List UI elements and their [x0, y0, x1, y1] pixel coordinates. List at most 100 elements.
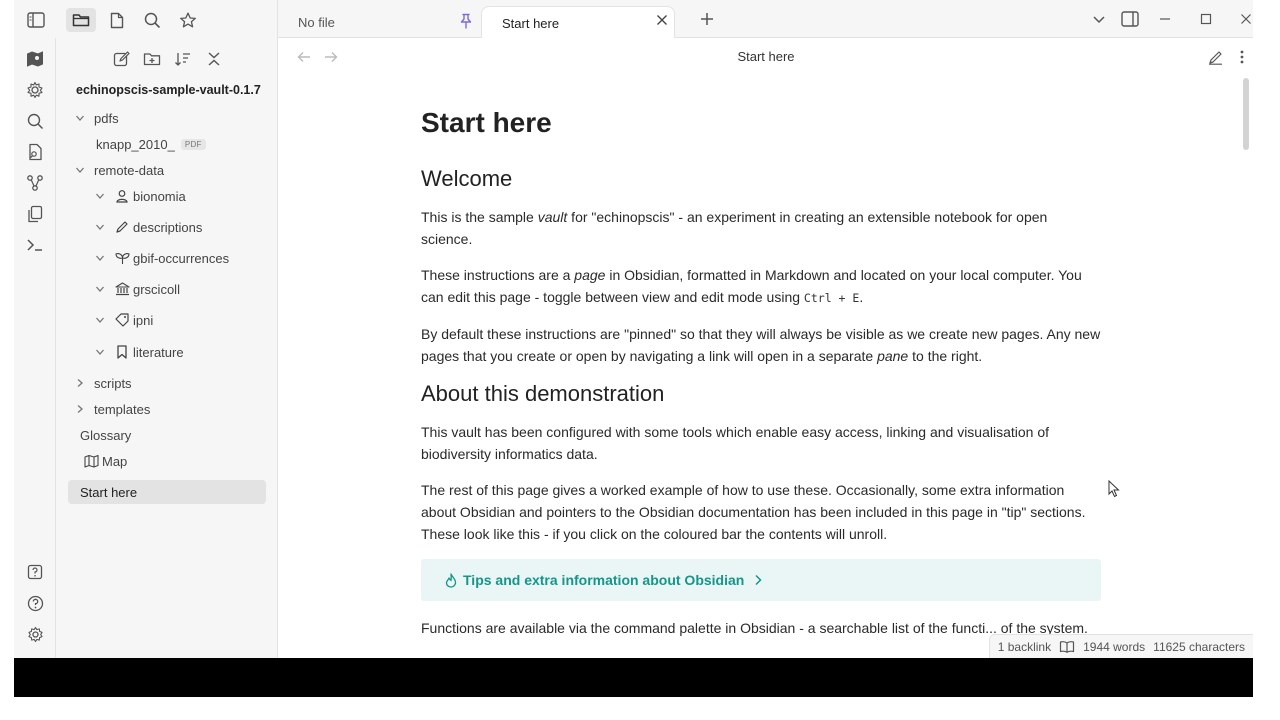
folder-label: remote-data [94, 162, 165, 178]
files-icon[interactable] [66, 8, 96, 32]
folder-label: literature [133, 344, 184, 360]
folder-templates[interactable]: templates [74, 397, 150, 421]
folder-label: bionomia [133, 188, 186, 204]
folder-bionomia[interactable]: bionomia [94, 184, 186, 208]
window-close-icon[interactable] [1234, 8, 1253, 30]
museum-icon [114, 281, 130, 297]
chevron-down-icon [94, 190, 106, 202]
folder-gbif-occurrences[interactable]: gbif-occurrences [94, 246, 229, 270]
callout-title: Tips and extra information about Obsidia… [463, 572, 745, 589]
file-explorer: echinopscis-sample-vault-0.1.7 pdfs knap… [56, 38, 278, 658]
sort-icon[interactable] [170, 48, 196, 70]
map-icon [83, 453, 99, 469]
folder-literature[interactable]: literature [94, 340, 184, 364]
chevron-right-icon [74, 403, 86, 415]
file-icon[interactable] [102, 8, 132, 32]
folder-scripts[interactable]: scripts [74, 371, 132, 395]
character-count: 11625 characters [1153, 639, 1245, 654]
toggle-right-sidebar-icon[interactable] [1118, 8, 1142, 30]
tab-label: Start here [502, 15, 560, 31]
chevron-down-icon [94, 283, 106, 295]
collapse-all-icon[interactable] [201, 48, 227, 70]
new-tab-icon[interactable] [695, 8, 719, 30]
book-icon[interactable] [1059, 640, 1075, 653]
tip-callout[interactable]: Tips and extra information about Obsidia… [421, 559, 1101, 602]
chevron-down-icon [94, 314, 106, 326]
chevron-down-icon [94, 221, 106, 233]
bookmark-icon [114, 344, 130, 360]
file-knapp-2010[interactable]: knapp_2010_ PDF [96, 132, 206, 156]
folder-label: templates [94, 401, 151, 417]
vault-name[interactable]: echinopscis-sample-vault-0.1.7 [76, 83, 261, 97]
word-count: 1944 words [1083, 639, 1146, 654]
leaf-icon [114, 250, 130, 266]
paragraph: This vault has been configured with some… [421, 424, 1050, 463]
chevron-right-icon [754, 574, 762, 586]
map-icon[interactable] [24, 48, 46, 70]
bookmark-star-icon[interactable] [173, 8, 203, 32]
bottom-letterbox [14, 658, 1253, 697]
obsidian-window: No file Start here echinopscis-sample-va… [14, 0, 1253, 658]
folder-label: ipni [133, 312, 154, 328]
minimize-icon[interactable] [1153, 8, 1177, 30]
chevron-down-icon [74, 112, 86, 124]
folder-label: grscicoll [133, 281, 180, 297]
folder-descriptions[interactable]: descriptions [94, 215, 202, 239]
paragraph: These instructions are a page in Obsidia… [421, 266, 1082, 305]
sidebar-header [14, 0, 278, 38]
settings-gear-icon[interactable] [24, 623, 46, 645]
title-bar: No file Start here [14, 0, 1253, 39]
file-start-here[interactable]: Start here [68, 480, 266, 504]
pin-icon[interactable] [454, 10, 478, 32]
view-title[interactable]: Start here [279, 49, 1253, 64]
chevron-down-icon [74, 164, 86, 176]
note-title: Start here [421, 107, 552, 138]
toggle-sidebar-icon[interactable] [21, 8, 51, 32]
flame-icon [445, 573, 457, 588]
file-label: Glossary [80, 427, 132, 443]
file-label: Start here [80, 484, 138, 500]
search-icon[interactable] [24, 110, 46, 132]
folder-label: scripts [94, 375, 132, 391]
emphasis: pane [877, 347, 909, 364]
maximize-icon[interactable] [1194, 8, 1218, 30]
chevron-down-icon [94, 346, 106, 358]
close-tab-icon[interactable] [650, 9, 674, 31]
tab-start-here[interactable]: Start here [481, 6, 675, 39]
new-folder-icon[interactable] [139, 48, 165, 70]
terminal-icon[interactable] [24, 234, 46, 256]
paragraph: This is the sample vault for "echinopsci… [421, 208, 1048, 247]
scrollbar[interactable] [1243, 78, 1249, 150]
folder-label: pdfs [94, 110, 119, 126]
file-type-badge: PDF [180, 138, 206, 150]
file-search-icon[interactable] [24, 141, 46, 163]
more-options-icon[interactable] [1232, 48, 1252, 66]
emphasis: vault [537, 208, 568, 225]
plugin-gear-icon[interactable] [24, 79, 46, 101]
tab-list-chevron-icon[interactable] [1087, 8, 1111, 30]
graph-view-icon[interactable] [24, 172, 46, 194]
heading-welcome: Welcome [421, 165, 513, 191]
paragraph: The rest of this page gives a worked exa… [421, 482, 1086, 543]
mouse-cursor-icon [1108, 480, 1120, 498]
folder-grscicoll[interactable]: grscicoll [94, 277, 180, 301]
file-label: knapp_2010_ [96, 136, 175, 152]
view-header: Start here [279, 38, 1253, 76]
note-content: Start here Welcome This is the sample va… [421, 106, 1101, 653]
vault-switch-icon[interactable] [24, 561, 46, 583]
search-icon[interactable] [137, 8, 167, 32]
backlink-count[interactable]: 1 backlink [998, 640, 1051, 654]
folder-label: gbif-occurrences [133, 250, 230, 266]
folder-pdfs[interactable]: pdfs [74, 106, 119, 130]
tag-icon [114, 312, 130, 328]
new-note-icon[interactable] [108, 48, 134, 70]
tab-no-file[interactable]: No file [278, 6, 478, 39]
pencil-icon [114, 219, 130, 235]
folder-remote-data[interactable]: remote-data [74, 158, 164, 182]
copy-icon[interactable] [24, 203, 46, 225]
file-glossary[interactable]: Glossary [80, 423, 131, 447]
edit-pencil-icon[interactable] [1205, 48, 1225, 66]
folder-ipni[interactable]: ipni [94, 308, 153, 332]
file-map[interactable]: Map [83, 449, 127, 473]
help-icon[interactable] [24, 592, 46, 614]
